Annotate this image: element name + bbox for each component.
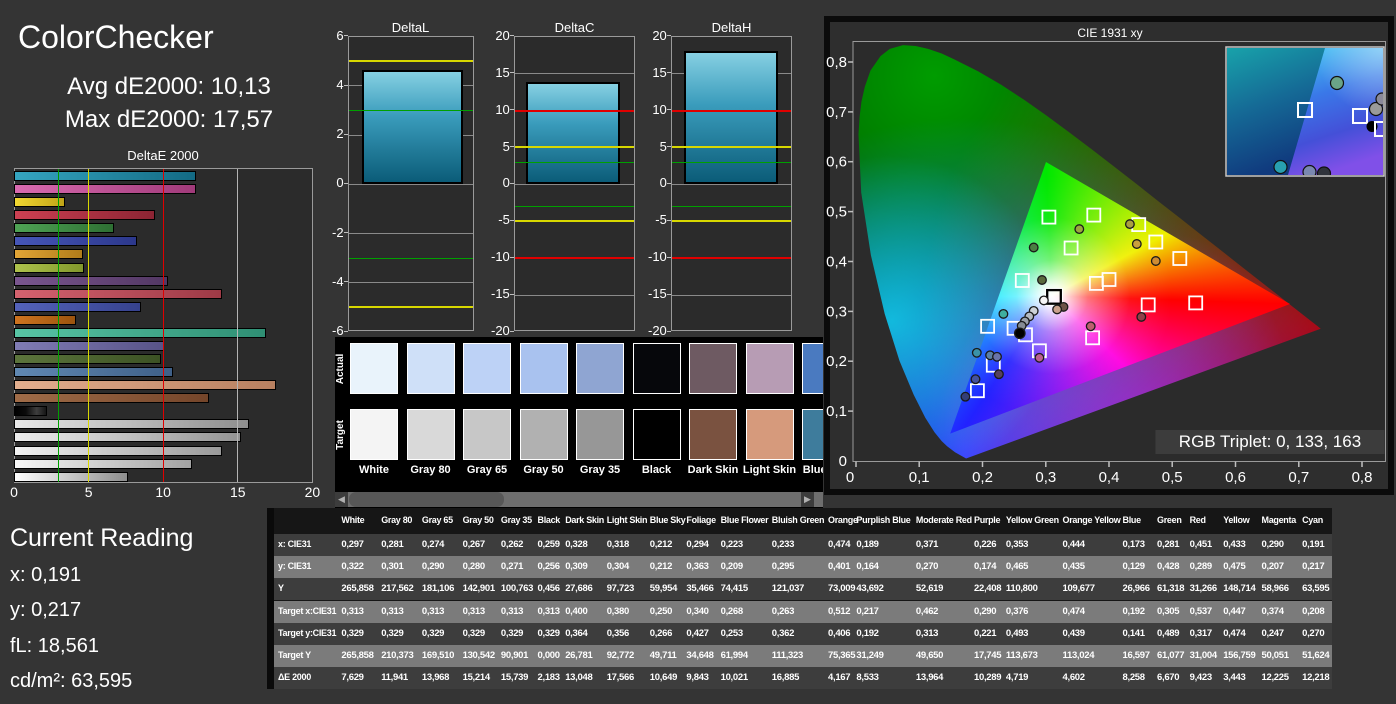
svg-text:0,8: 0,8	[1352, 469, 1373, 486]
svg-text:0: 0	[839, 453, 847, 470]
svg-text:RGB Triplet: 0, 133, 163: RGB Triplet: 0, 133, 163	[1179, 432, 1361, 451]
svg-text:0,6: 0,6	[826, 154, 847, 171]
svg-text:0,4: 0,4	[1099, 469, 1120, 486]
svg-text:0: 0	[846, 469, 854, 486]
svg-text:0,8: 0,8	[826, 54, 847, 71]
svg-text:0,1: 0,1	[909, 469, 930, 486]
svg-text:0,7: 0,7	[1288, 469, 1309, 486]
svg-text:0,6: 0,6	[1225, 469, 1246, 486]
svg-text:0,7: 0,7	[826, 104, 847, 121]
svg-text:0,3: 0,3	[1035, 469, 1056, 486]
svg-text:0,3: 0,3	[826, 303, 847, 320]
svg-text:0,4: 0,4	[826, 254, 847, 271]
svg-text:0,1: 0,1	[826, 403, 847, 420]
svg-text:0,2: 0,2	[826, 353, 847, 370]
svg-text:0,5: 0,5	[826, 204, 847, 221]
svg-text:0,5: 0,5	[1162, 469, 1183, 486]
svg-text:0,2: 0,2	[972, 469, 993, 486]
